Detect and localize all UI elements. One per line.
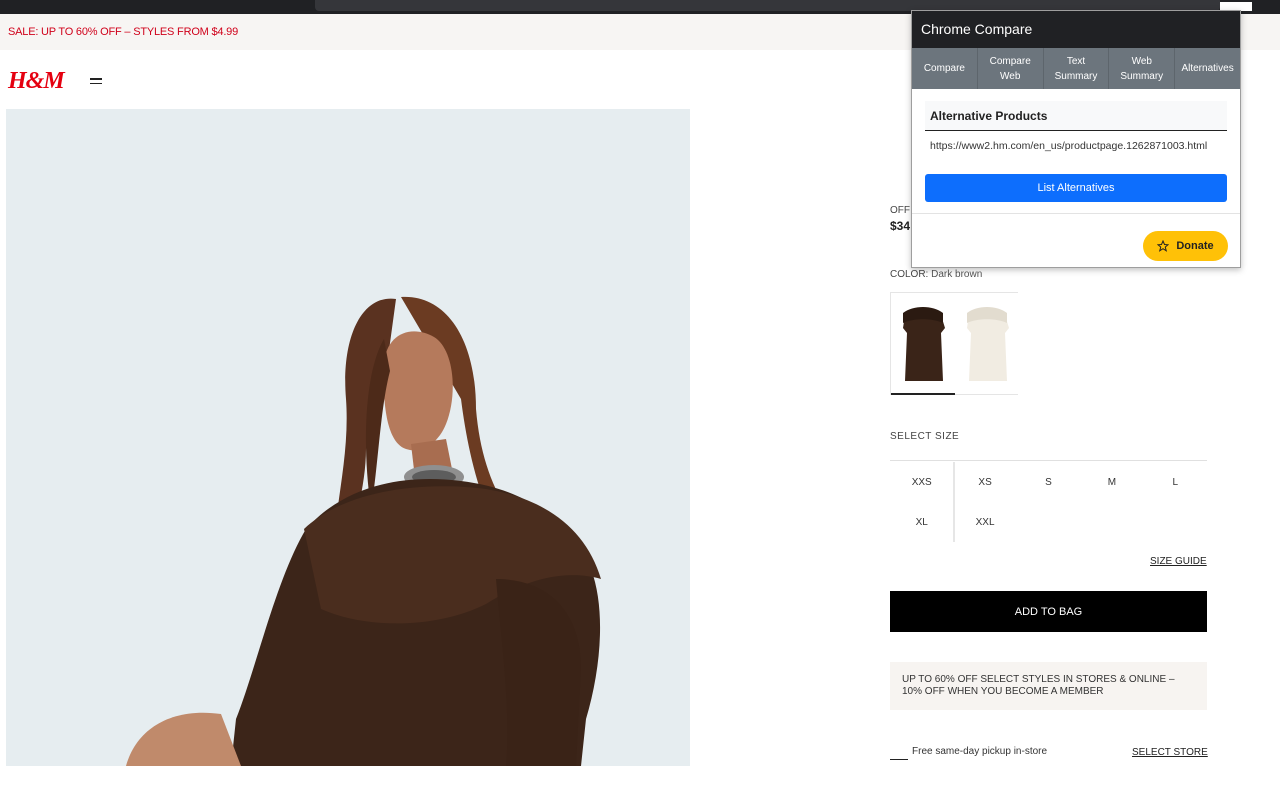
tab-alternatives[interactable]: Alternatives bbox=[1175, 48, 1240, 89]
size-option[interactable]: XXS bbox=[890, 462, 953, 502]
select-store-link[interactable]: SELECT STORE bbox=[1132, 747, 1208, 758]
size-row: XXS XS S M L bbox=[890, 462, 1207, 502]
donate-label: Donate bbox=[1176, 240, 1214, 252]
size-option[interactable]: XS bbox=[953, 462, 1016, 502]
extension-tabs: Compare Compare Web Text Summary Web Sum… bbox=[912, 48, 1240, 89]
pickup-text: Free same-day pickup in-store bbox=[912, 746, 1048, 757]
size-guide-link[interactable]: SIZE GUIDE bbox=[1150, 556, 1207, 567]
member-banner[interactable]: UP TO 60% OFF SELECT STYLES IN STORES & … bbox=[890, 662, 1207, 710]
size-option[interactable]: L bbox=[1144, 462, 1207, 502]
product-image[interactable] bbox=[6, 109, 690, 766]
color-label-key: COLOR: bbox=[890, 269, 929, 280]
tab-text-summary[interactable]: Text Summary bbox=[1044, 48, 1110, 89]
pickup-radio[interactable] bbox=[890, 759, 908, 760]
swatch-dark-brown[interactable] bbox=[891, 293, 955, 395]
tab-compare-web[interactable]: Compare Web bbox=[978, 48, 1044, 89]
model-photo bbox=[6, 109, 690, 766]
swatch-cream[interactable] bbox=[955, 293, 1019, 394]
extension-body: Alternative Products https://www2.hm.com… bbox=[925, 101, 1227, 202]
offer-label: OFF bbox=[890, 205, 910, 216]
star-icon bbox=[1157, 240, 1170, 252]
size-divider-line bbox=[890, 460, 1207, 461]
menu-icon[interactable] bbox=[90, 78, 103, 88]
product-price: $34 bbox=[890, 219, 911, 233]
size-row: XL XXL bbox=[890, 502, 1207, 542]
extension-popup: Chrome Compare Compare Compare Web Text … bbox=[911, 10, 1241, 268]
tab-compare[interactable]: Compare bbox=[912, 48, 978, 89]
size-selector: XXS XS S M L XL XXL bbox=[890, 462, 1207, 542]
size-option[interactable]: XXL bbox=[953, 502, 1016, 542]
extension-divider bbox=[912, 213, 1240, 214]
dress-cream-thumbnail bbox=[955, 293, 1019, 394]
product-url: https://www2.hm.com/en_us/productpage.12… bbox=[930, 140, 1208, 152]
donate-button[interactable]: Donate bbox=[1143, 231, 1228, 261]
tab-web-summary[interactable]: Web Summary bbox=[1109, 48, 1176, 89]
section-title: Alternative Products bbox=[925, 101, 1227, 131]
add-to-bag-button[interactable]: ADD TO BAG bbox=[890, 591, 1207, 632]
promo-text[interactable]: SALE: UP TO 60% OFF – STYLES FROM $4.99 bbox=[8, 26, 238, 38]
extension-title: Chrome Compare bbox=[912, 11, 1240, 48]
select-size-label: SELECT SIZE bbox=[890, 431, 960, 442]
size-option[interactable]: M bbox=[1080, 462, 1143, 502]
size-column-divider bbox=[953, 462, 955, 542]
color-value: Dark brown bbox=[931, 269, 983, 280]
color-swatches bbox=[890, 292, 1019, 395]
list-alternatives-button[interactable]: List Alternatives bbox=[925, 174, 1227, 202]
color-label: COLOR: Dark brown bbox=[890, 269, 982, 280]
size-option[interactable]: S bbox=[1017, 462, 1080, 502]
hm-logo[interactable]: H&M bbox=[8, 68, 65, 95]
page-edge bbox=[0, 178, 6, 766]
dress-dark-brown-thumbnail bbox=[891, 293, 955, 394]
size-option[interactable]: XL bbox=[890, 502, 953, 542]
